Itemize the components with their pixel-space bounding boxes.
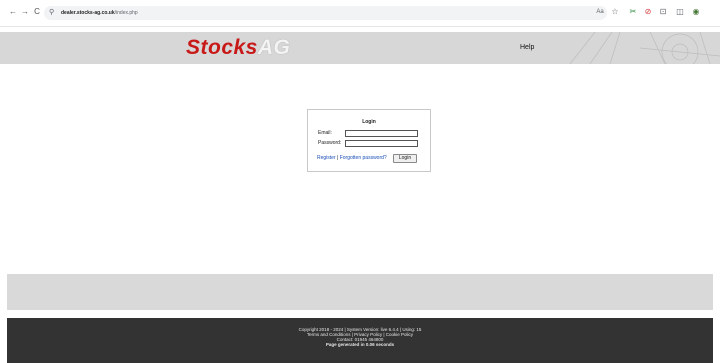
back-icon[interactable]: ←: [8, 7, 18, 17]
email-field[interactable]: [345, 130, 418, 137]
url-text[interactable]: dealer.stocks-ag.co.uk/index.php: [61, 9, 138, 17]
password-label: Password:: [318, 140, 342, 146]
forward-icon[interactable]: →: [20, 7, 30, 17]
site-header: StocksAG Help: [0, 32, 720, 64]
login-panel: Login Email: Password: Register | Forgot…: [307, 109, 431, 172]
split-view-icon[interactable]: ◫: [674, 6, 686, 18]
blocker-extension-icon[interactable]: ⊘: [642, 6, 654, 18]
url-path: /index.php: [114, 10, 138, 16]
email-label: Email:: [318, 130, 332, 136]
translate-icon[interactable]: Aa: [594, 6, 606, 18]
stocks-ag-logo[interactable]: StocksAG: [186, 36, 290, 60]
link-separator: |: [337, 155, 339, 161]
login-title: Login: [362, 119, 376, 125]
logo-text-stocks: Stocks: [186, 36, 258, 59]
register-link[interactable]: Register: [317, 155, 336, 161]
site-info-icon[interactable]: ⚲: [49, 8, 54, 18]
password-field[interactable]: [345, 140, 418, 147]
forgotten-password-link[interactable]: Forgotten password?: [340, 155, 387, 161]
site-footer: Copyright 2018 - 2024 | System Version: …: [7, 318, 713, 363]
browser-toolbar: ← → C ⚲ dealer.stocks-ag.co.uk/index.php…: [0, 0, 720, 27]
help-link[interactable]: Help: [520, 43, 534, 53]
extension-icon[interactable]: ✂: [627, 6, 639, 18]
header-decoration-graphic: [569, 32, 720, 64]
login-button[interactable]: Login: [393, 154, 417, 163]
url-domain: dealer.stocks-ag.co.uk: [61, 10, 115, 16]
logo-text-ag: AG: [257, 36, 291, 59]
footer-page-time: Page generated in 0.06 seconds: [325, 342, 395, 347]
bookmark-star-icon[interactable]: ☆: [609, 6, 621, 18]
extensions-puzzle-icon[interactable]: ⊡: [657, 6, 669, 18]
address-bar[interactable]: ⚲ dealer.stocks-ag.co.uk/index.php: [44, 6, 607, 20]
profile-icon[interactable]: ◉: [690, 6, 702, 18]
content-footer-band: [7, 274, 713, 310]
login-links: Register | Forgotten password?: [317, 155, 387, 162]
reload-icon[interactable]: C: [32, 7, 42, 17]
